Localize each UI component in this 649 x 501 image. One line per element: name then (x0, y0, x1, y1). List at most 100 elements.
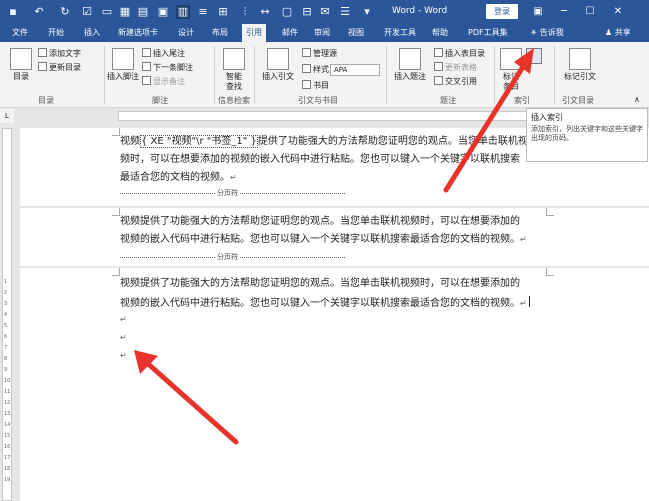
ruler-number: 4 (4, 312, 8, 318)
ribbon-display-icon[interactable]: ▣ (530, 4, 546, 20)
mark-citation-icon (569, 48, 591, 70)
tab-layout[interactable]: 布局 (212, 24, 228, 42)
tab-review[interactable]: 审阅 (314, 24, 330, 42)
empty-paragraph-mark[interactable]: ↵ (120, 332, 127, 344)
add-text-button[interactable]: 添加文字 (38, 48, 81, 59)
customize-icon[interactable]: ▾ (360, 5, 374, 19)
divider (554, 46, 555, 104)
paragraph-line[interactable]: 频时，可以在想要添加的视频的嵌入代码中进行粘贴。您也可以键入一个关键字以联机搜索 (120, 154, 520, 166)
text-icon[interactable]: ▣ (156, 5, 170, 19)
insert-endnote-button[interactable]: 插入尾注 (142, 48, 185, 59)
group-toc-label: 目录 (38, 96, 54, 105)
page-break-label: 分页符 (215, 252, 240, 262)
margin-corner (112, 268, 120, 276)
mark-entry-button[interactable]: 标记 条目 (498, 48, 524, 92)
insert-caption-button[interactable]: 插入题注 (390, 48, 430, 82)
ruler-number: 3 (4, 301, 8, 307)
cross-reference-button[interactable]: 交叉引用 (434, 76, 477, 87)
group-info-label: 信息检索 (218, 96, 250, 105)
style-text: 样式: (313, 65, 332, 74)
table-icon[interactable]: ▤ (136, 5, 150, 19)
insert-table-of-figures-button[interactable]: 插入表目录 (434, 48, 485, 59)
show-notes-button[interactable]: 显示备注 (142, 76, 185, 87)
vertical-ruler[interactable]: 1 2 3 4 5 6 7 8 9 10 11 12 13 14 15 16 17 18 19 (2, 128, 12, 501)
tab-insert[interactable]: 插入 (84, 24, 100, 42)
next-footnote-button[interactable]: 下一条脚注 (142, 62, 193, 73)
tab-references[interactable]: 引用 (242, 24, 266, 42)
update-toc-button[interactable]: 更新目录 (38, 62, 81, 73)
document-page[interactable]: 视频提供了功能强大的方法帮助您证明您的观点。当您单击联机视频时，可以在想要添加的… (20, 268, 649, 501)
insert-citation-button[interactable]: 插入引文 (258, 48, 298, 82)
print-icon[interactable]: ▢ (280, 5, 294, 19)
ruler-number: 17 (4, 455, 11, 461)
minimize-icon[interactable]: ─ (556, 4, 572, 20)
paragraph-line[interactable]: 视频的嵌入代码中进行粘贴。您也可以键入一个关键字以联机搜索最适合您的文档的视频。… (120, 296, 530, 310)
undo-icon[interactable]: ↶ (32, 5, 46, 19)
tab-developer[interactable]: 开发工具 (384, 24, 416, 42)
group-caption-label: 题注 (440, 96, 456, 105)
refresh-icon (38, 62, 47, 71)
login-button[interactable]: 登录 (486, 4, 518, 19)
layout-icon[interactable]: ≡ (196, 5, 210, 19)
tab-help[interactable]: 帮助 (432, 24, 448, 42)
tab-pdf[interactable]: PDF工具集 (468, 24, 508, 42)
tab-home[interactable]: 开始 (48, 24, 64, 42)
distribute-icon[interactable]: ↔ (258, 5, 272, 19)
ruler-number: 13 (4, 411, 11, 417)
collapse-ribbon-icon[interactable]: ∧ (634, 94, 640, 105)
tab-mailings[interactable]: 邮件 (282, 24, 298, 42)
email-icon[interactable]: ✉ (318, 5, 332, 19)
toc-button[interactable]: 目录 (8, 48, 34, 82)
manage-sources-button[interactable]: 管理源 (302, 48, 337, 59)
close-icon[interactable]: ✕ (610, 4, 626, 20)
tab-design[interactable]: 设计 (178, 24, 194, 42)
next-footnote-icon (142, 62, 151, 71)
list-icon[interactable]: ☰ (338, 5, 352, 19)
bibliography-button[interactable]: 书目 (302, 80, 329, 91)
insert-index-tooltip: 插入索引 添加索引，列出关键字和这些关键字出现的页码。 (526, 108, 648, 162)
paragraph-line[interactable]: 视频提供了功能强大的方法帮助您证明您的观点。当您单击联机视频时，可以在想要添加的 (120, 216, 520, 228)
paragraph-line[interactable]: 最适合您的文档的视频。↵ (120, 172, 237, 184)
tab-file[interactable]: 文件 (12, 24, 28, 42)
text-run: 提供了功能强大的方法帮助您证明您的观点。当您单击联机视 (257, 136, 528, 147)
divider (254, 46, 255, 104)
ruler-number: 9 (4, 367, 8, 373)
grid-icon[interactable]: ⊟ (300, 5, 314, 19)
indent-icon[interactable]: ⫶ (238, 5, 252, 19)
image-icon[interactable]: ▦ (118, 5, 132, 19)
paragraph-line[interactable]: 视频提供了功能强大的方法帮助您证明您的观点。当您单击联机视频时，可以在想要添加的 (120, 278, 520, 290)
update-table-button[interactable]: 更新表格 (434, 62, 477, 73)
title-bar: ▪ ↶ ↻ ☑ ▭ ▦ ▤ ▣ ▥ ≡ ⊞ ⫶ ↔ ▢ ⊟ ✉ ☰ ▾ Word… (0, 0, 649, 24)
xe-field-code[interactable]: { XE "视频"\r "书签_1" } (140, 135, 258, 148)
share-button[interactable]: ♟ 共享 (605, 24, 631, 42)
maximize-icon[interactable]: ☐ (582, 4, 598, 20)
tab-view[interactable]: 视图 (348, 24, 364, 42)
insert-footnote-label: 插入脚注 (107, 72, 139, 81)
mark-citation-button[interactable]: 标记引文 (560, 48, 600, 82)
paragraph-line[interactable]: 视频{ XE "视频"\r "书签_1" }提供了功能强大的方法帮助您证明您的观… (120, 135, 528, 148)
paragraph-line[interactable]: 视频的嵌入代码中进行粘贴。您也可以键入一个关键字以联机搜索最适合您的文档的视频。… (120, 234, 527, 246)
horizontal-ruler[interactable] (118, 111, 538, 121)
folder-icon[interactable]: ▭ (100, 5, 114, 19)
checkbox-icon[interactable]: ☑ (80, 5, 94, 19)
redo-icon[interactable]: ↻ (58, 5, 72, 19)
divider (386, 46, 387, 104)
page-break-label: 分页符 (215, 188, 240, 198)
smart-lookup-button[interactable]: 智能 查找 (220, 48, 248, 92)
tab-new[interactable]: 新建选项卡 (118, 24, 158, 42)
read-mode-icon[interactable]: ▥ (176, 5, 190, 19)
tell-me-search[interactable]: ☀ 告诉我 (530, 24, 564, 42)
manage-sources-label: 管理源 (313, 49, 337, 58)
style-dropdown[interactable]: APA (330, 64, 380, 76)
align-icon[interactable]: ⊞ (216, 5, 230, 19)
save-icon[interactable]: ▪ (6, 5, 20, 19)
empty-paragraph-mark[interactable]: ↵ (120, 350, 127, 362)
divider (494, 46, 495, 104)
empty-paragraph-mark[interactable]: ↵ (120, 314, 127, 326)
insert-index-button[interactable] (526, 48, 542, 64)
mark-entry-label: 标记 条目 (503, 72, 519, 91)
tab-selector[interactable]: L (0, 109, 14, 123)
insert-footnote-button[interactable]: 插入脚注 (106, 48, 140, 82)
document-page[interactable]: 视频提供了功能强大的方法帮助您证明您的观点。当您单击联机视频时，可以在想要添加的… (20, 208, 649, 266)
sources-icon (302, 48, 311, 57)
